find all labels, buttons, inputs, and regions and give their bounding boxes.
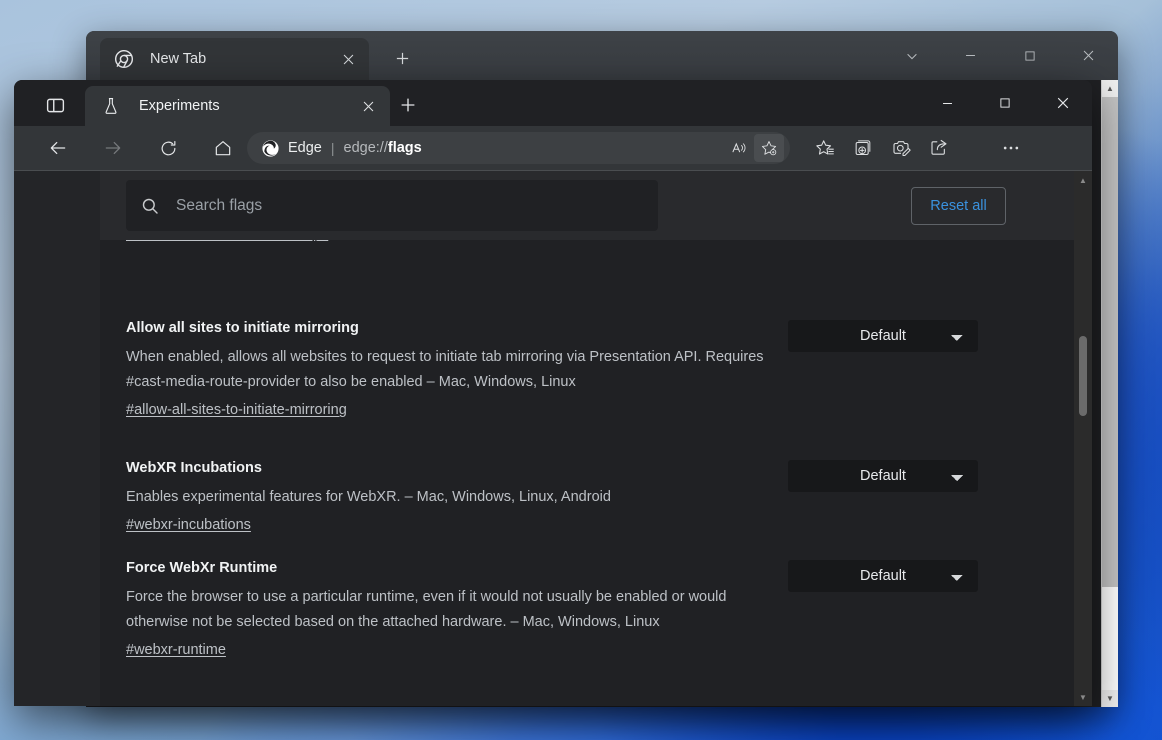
flag-title: Allow all sites to initiate mirroring [126, 318, 768, 338]
maximize-button[interactable] [976, 80, 1034, 126]
edge-browser-window[interactable]: Experiments [14, 80, 1092, 706]
flags-list: RFC1918/RFC4193 private addresses. – Mac… [100, 240, 1074, 706]
tab-experiments[interactable]: Experiments [85, 86, 390, 126]
flag-anchor-link[interactable]: #webxr-runtime [126, 642, 226, 658]
flag-info: WebXR Incubations Enables experimental f… [126, 458, 788, 534]
flag-select-wrapper: DefaultEnabledDisabled [788, 458, 978, 492]
favorites-icon[interactable] [806, 132, 844, 164]
flag-row-webxr-incubations: WebXR Incubations Enables experimental f… [100, 458, 1074, 534]
flag-state-select[interactable]: DefaultNo RuntimeOpenXR [788, 560, 978, 592]
omnibox-brand: Edge [288, 140, 322, 156]
url-page: flags [388, 140, 422, 156]
chevron-down-icon[interactable] [882, 31, 941, 80]
flag-title: WebXR Incubations [126, 458, 768, 478]
toolbar-actions [806, 132, 1040, 164]
flag-select-wrapper: DefaultEnabledDisabled [788, 318, 978, 352]
address-bar[interactable]: Edge | edge://flags [247, 132, 790, 164]
flag-description: When enabled, allows all websites to req… [126, 345, 768, 395]
back-button[interactable] [40, 132, 76, 164]
scrollbar-thumb[interactable] [1079, 336, 1087, 416]
flag-title: Force WebXr Runtime [126, 558, 768, 578]
omnibox-separator: | [331, 140, 335, 156]
scroll-down-arrow-icon[interactable]: ▼ [1074, 688, 1092, 706]
flag-row-webxr-runtime: Force WebXr Runtime Force the browser to… [100, 558, 1074, 659]
background-tab-new-tab[interactable]: New Tab [100, 38, 369, 80]
omnibox-url[interactable]: edge://flags [344, 140, 724, 156]
browser-toolbar: Edge | edge://flags [14, 126, 1092, 171]
minimize-button[interactable] [941, 31, 1000, 80]
flag-state-select[interactable]: DefaultEnabledDisabled [788, 320, 978, 352]
flag-state-select[interactable]: DefaultEnabledDisabled [788, 460, 978, 492]
window-controls [918, 80, 1092, 126]
new-tab-button[interactable] [392, 90, 424, 120]
settings-and-more-icon[interactable] [992, 132, 1030, 164]
flag-info: Allow all sites to initiate mirroring Wh… [126, 318, 788, 419]
read-aloud-icon[interactable] [724, 134, 754, 162]
search-flags-placeholder: Search flags [176, 197, 262, 215]
close-icon[interactable] [335, 46, 361, 72]
new-tab-button[interactable] [386, 43, 418, 73]
home-button[interactable] [205, 132, 241, 164]
flags-page: Search flags Reset all RFC1918/RFC4193 p… [14, 171, 1092, 706]
flag-description: Enables experimental features for WebXR.… [126, 485, 768, 510]
flag-anchor-link[interactable]: #allow-all-sites-to-initiate-mirroring [126, 402, 347, 418]
add-favorite-icon[interactable] [754, 134, 784, 162]
edge-logo-icon [261, 139, 280, 158]
flag-anchor-link[interactable]: #webxr-incubations [126, 517, 251, 533]
flag-row-media-router-cast-allow-all-ips: RFC1918/RFC4193 private addresses. – Mac… [100, 240, 1074, 243]
flask-icon [101, 96, 121, 116]
tabstrip: Experiments [14, 80, 1092, 126]
collections-icon[interactable] [844, 132, 882, 164]
screenshot-icon[interactable] [882, 132, 920, 164]
background-window-controls [882, 31, 1118, 80]
page-scrollbar[interactable]: ▲ ▼ [1074, 171, 1092, 706]
flag-anchor-link[interactable]: #media-router-cast-allow-all-ips [126, 240, 328, 242]
scrollbar-thumb[interactable] [1102, 97, 1118, 587]
flag-description: Force the browser to use a particular ru… [126, 585, 768, 635]
flag-info: RFC1918/RFC4193 private addresses. – Mac… [126, 240, 788, 243]
maximize-button[interactable] [1000, 31, 1059, 80]
tab-actions-icon[interactable] [28, 88, 82, 122]
scroll-up-arrow-icon[interactable]: ▲ [1074, 171, 1092, 189]
refresh-button[interactable] [150, 132, 186, 164]
background-window-tabstrip: New Tab [86, 31, 1118, 80]
scroll-down-arrow-icon[interactable]: ▼ [1102, 690, 1118, 707]
forward-button[interactable] [95, 132, 131, 164]
flag-select-wrapper: DefaultNo RuntimeOpenXR [788, 558, 978, 592]
search-flags-input[interactable]: Search flags [126, 180, 658, 231]
close-button[interactable] [1059, 31, 1118, 80]
flag-row-allow-all-sites-to-initiate-mirroring: Allow all sites to initiate mirroring Wh… [100, 318, 1074, 419]
share-icon[interactable] [920, 132, 958, 164]
url-prefix: edge:// [344, 140, 388, 156]
close-icon[interactable] [354, 92, 382, 120]
background-window-scrollbar[interactable]: ▲ ▼ [1101, 80, 1118, 707]
close-button[interactable] [1034, 80, 1092, 126]
search-icon [140, 196, 162, 216]
background-tab-title: New Tab [150, 51, 335, 67]
tab-title: Experiments [139, 98, 354, 114]
reset-all-button[interactable]: Reset all [911, 187, 1006, 225]
scroll-up-arrow-icon[interactable]: ▲ [1102, 80, 1118, 97]
chrome-icon [114, 49, 134, 69]
flag-info: Force WebXr Runtime Force the browser to… [126, 558, 788, 659]
minimize-button[interactable] [918, 80, 976, 126]
flags-header: Search flags Reset all [100, 171, 1074, 240]
flags-page-gutter [14, 171, 100, 706]
